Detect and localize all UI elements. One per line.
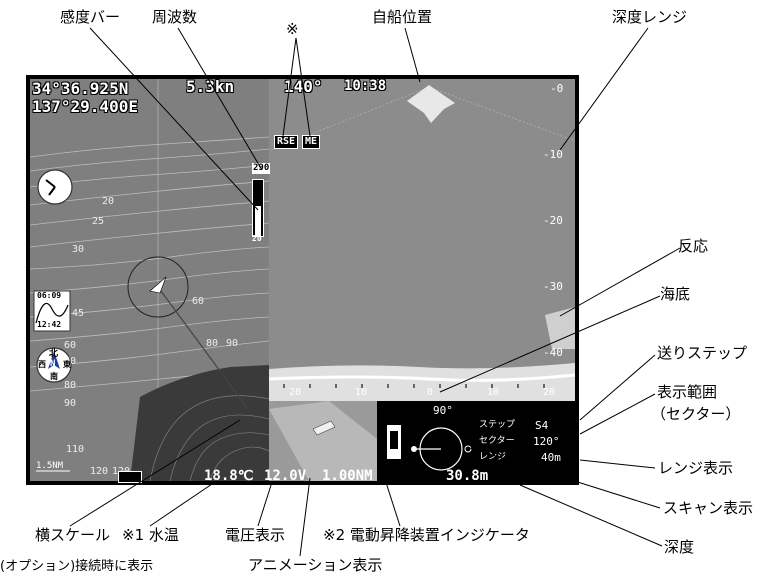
callout-note-mark: ※ [286,20,299,38]
callout-seabed: 海底 [660,285,691,303]
callout-sensitivity-bar: 感度バー [60,8,121,26]
range-label: レンジ [479,452,507,462]
sector-angle: 90° [433,404,453,417]
step-label: ステップ [479,420,516,430]
speed: 5.3kn [186,77,235,96]
depth-scale-label: -0 [550,82,564,95]
compass-east-label: 東 [63,360,71,369]
clock-time: 10:38 [344,78,387,94]
callout-range-display: レンジ表示 [658,459,734,477]
heading: 140° [284,77,323,96]
callout-frequency: 周波数 [152,8,198,26]
latitude: 34°36.925N [32,79,129,98]
sector-label: セクター [479,436,515,446]
contour-label: 30 [72,244,85,255]
horiz-scale-label: 20 [543,387,556,398]
clock-icon [37,169,73,205]
callout-feed-step: 送りステップ [657,344,748,362]
callout-option-note: (オプション)接続時に表示 [0,559,154,574]
sector-value: 120° [533,435,560,448]
depth-scale-label: -30 [543,280,563,293]
depth-scale-label: -40 [543,346,563,359]
contour-label: 25 [92,216,105,227]
callout-depth: 深度 [664,538,695,556]
callout-lift-indicator: ※2 電動昇降装置インジケータ [323,526,530,544]
contour-label: 80 [64,380,77,391]
contour-label: 60 [192,296,205,307]
contour-label: 90 [226,338,239,349]
sensitivity-bar [252,179,264,237]
callout-water-temp: ※1 水温 [122,526,179,544]
horiz-scale-label: 20 [289,387,302,398]
depth-scale-label: -10 [543,148,563,161]
chart-plotter-pane: 20 25 30 45 60 70 80 90 110 120 120 60 8… [30,79,269,481]
rse-badge: RSE [274,135,299,149]
callout-display-range-sub: （セクター） [651,405,741,423]
range-value: 40m [541,451,561,464]
callout-animation-display: アニメーション表示 [248,556,383,574]
compass-n-letter: N [50,359,56,369]
contour-label: 120 [90,466,109,477]
depth-scale-label: -20 [543,214,563,227]
me-badge: ME [302,135,321,149]
frequency-low: 20 [252,234,262,243]
contour-label: 90 [64,398,77,409]
contour-label: 80 [206,338,219,349]
lift-indicator-graphic [387,425,401,459]
compass-south-label: 南 [50,372,58,381]
water-temp: 18.8℃ [204,468,254,484]
callout-horizontal-scale: 横スケール [35,526,111,544]
depth-value: 30.8m [446,468,489,484]
compass-west-label: 西 [38,360,46,369]
frequency-value: 290 [252,163,271,174]
callout-own-ship: 自船位置 [372,8,433,26]
chart-drawing [30,79,269,481]
callout-scan-display: スキャン表示 [663,499,754,517]
chart-scale-label: 1.5NM [36,461,64,471]
callout-depth-range: 深度レンジ [612,8,688,26]
horiz-scale-label: 10 [355,387,368,398]
step-value: S4 [535,419,549,432]
horiz-scale-label: 0 [427,387,434,398]
tide-time-top: 06:09 [37,291,62,300]
horiz-scale-label: 10 [487,387,500,398]
callout-display-range: 表示範囲 [657,383,718,401]
voltage: 12.0V [264,468,307,484]
contour-label: 45 [72,308,85,319]
contour-label: 60 [64,340,77,351]
tide-time-bottom: 12:42 [37,320,62,329]
longitude: 137°29.400E [32,97,138,116]
compass-north-label: 北 [49,349,59,359]
callout-voltage-display: 電圧表示 [225,526,286,544]
contour-label: 20 [102,196,115,207]
callout-echo: 反応 [678,237,709,255]
distance: 1.00NM [322,468,373,484]
fishfinder-screen: 20 25 30 45 60 70 80 90 110 120 120 60 8… [26,75,579,485]
contour-label: 110 [66,444,85,455]
battery-icon [118,471,142,483]
